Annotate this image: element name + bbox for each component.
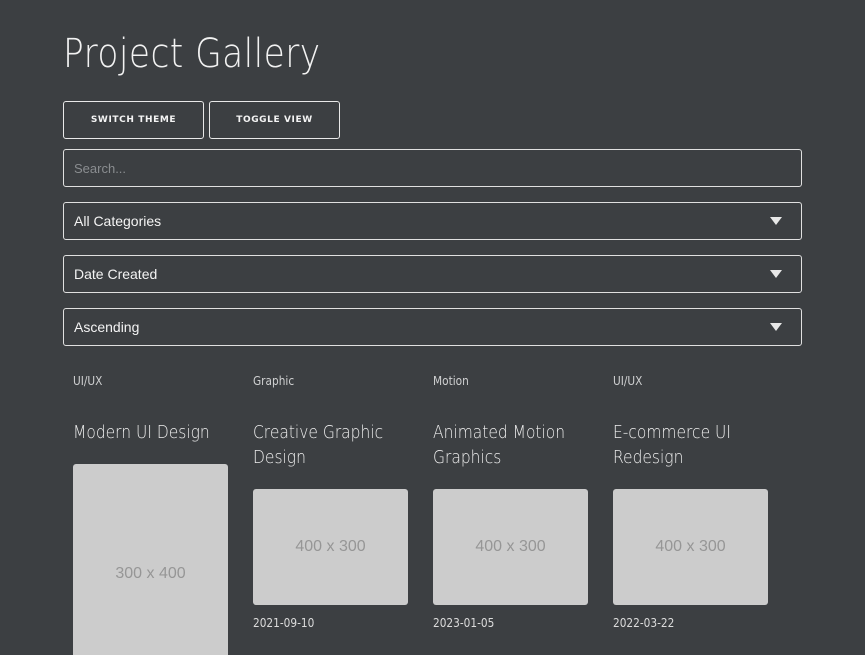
thumbnail-size-label: 400 x 300 [475,538,546,555]
thumbnail-size-label: 400 x 300 [295,538,366,555]
project-category: Motion [433,374,469,388]
project-title: Animated Motion Graphics [433,422,566,468]
sort-by-select[interactable]: Date Created [63,255,802,293]
project-date: 2021-09-10 [253,616,315,630]
project-category: UI/UX [73,374,103,388]
search-input[interactable] [63,149,802,187]
thumbnail-size-label: 300 x 400 [115,565,186,582]
project-category: UI/UX [613,374,643,388]
project-thumbnail[interactable]: 300 x 400 [73,464,228,655]
project-title: Modern UI Design [73,422,210,443]
sort-order-select[interactable]: Ascending [63,308,802,346]
project-date: 2022-03-22 [613,616,675,630]
category-select[interactable]: All Categories [63,202,802,240]
caret-down-icon [770,323,782,331]
project-title: E-commerce UI Redesign [613,422,731,468]
switch-theme-button[interactable]: SWITCH THEME [63,101,204,139]
project-thumbnail[interactable]: 400 x 300 [613,489,768,605]
toggle-view-button[interactable]: TOGGLE VIEW [209,101,340,139]
sort-order-select-value: Ascending [74,319,140,335]
project-title: Creative Graphic Design [253,422,384,468]
sort-by-select-value: Date Created [74,266,158,282]
category-select-value: All Categories [74,213,162,229]
caret-down-icon [770,270,782,278]
page-title: Project Gallery [63,31,321,77]
project-date: 2023-01-05 [433,616,495,630]
caret-down-icon [770,217,782,225]
project-thumbnail[interactable]: 400 x 300 [253,489,408,605]
gallery-page: Project Gallery SWITCH THEME TOGGLE VIEW… [0,0,865,655]
thumbnail-size-label: 400 x 300 [655,538,726,555]
project-category: Graphic [253,374,295,388]
project-thumbnail[interactable]: 400 x 300 [433,489,588,605]
